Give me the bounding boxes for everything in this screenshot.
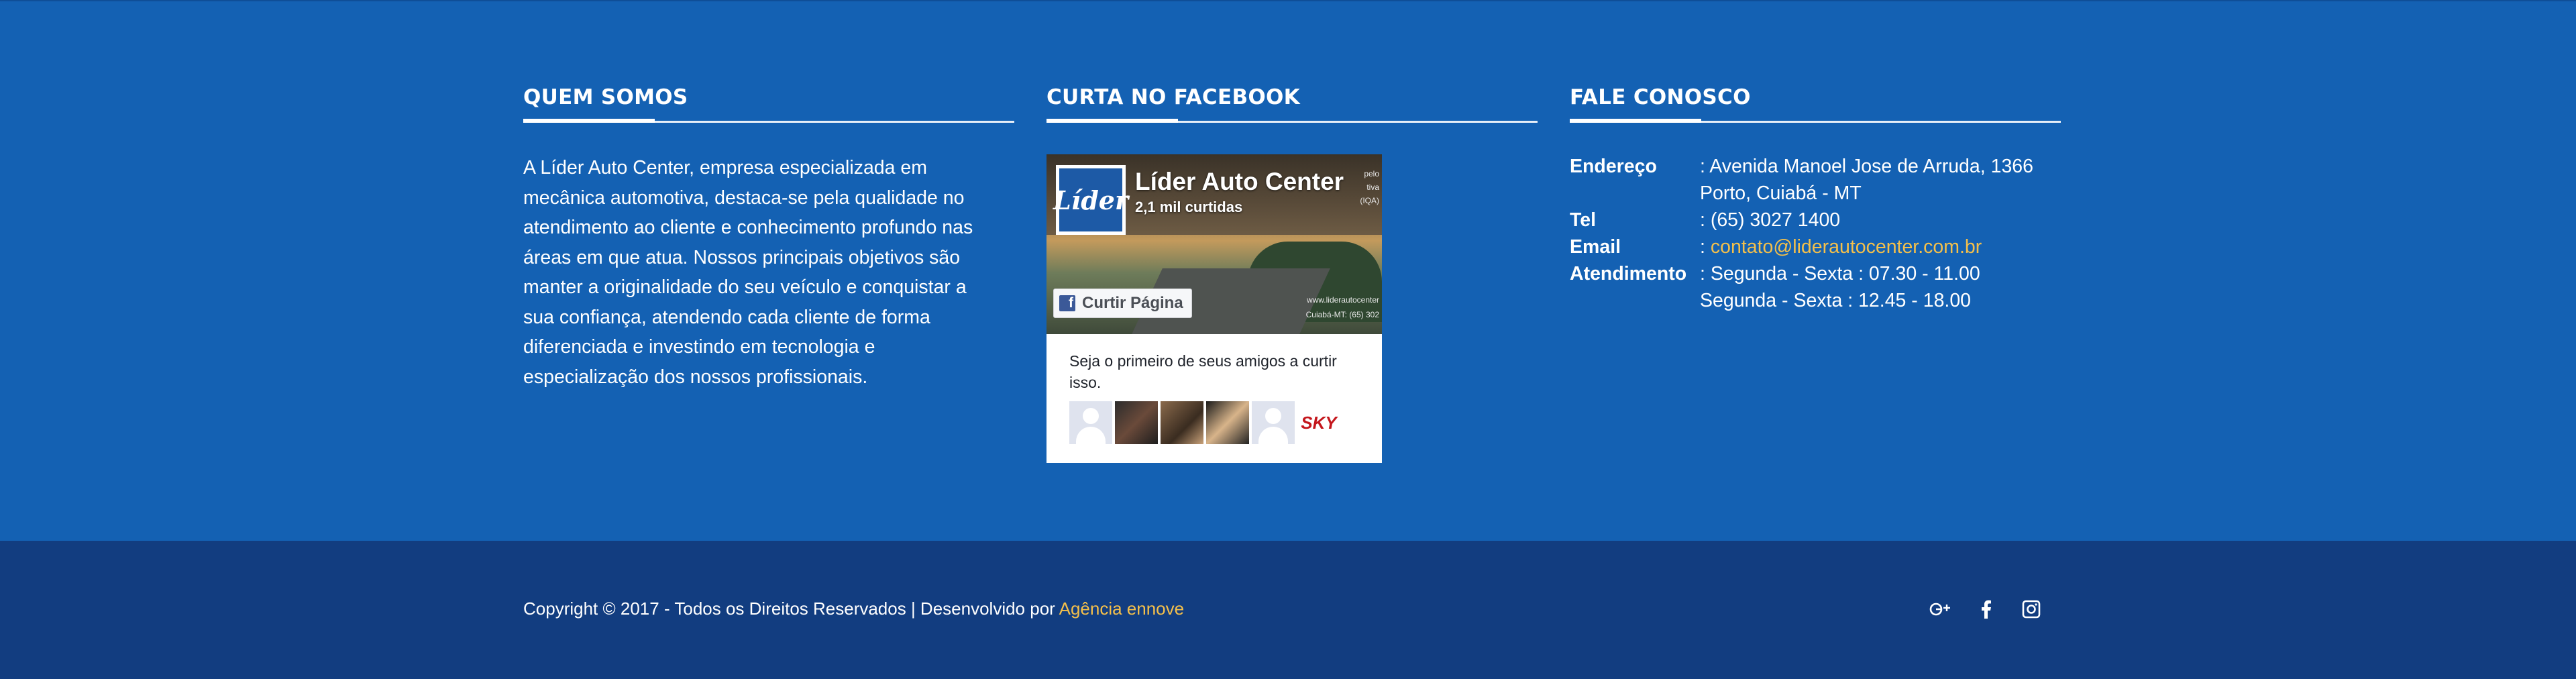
contact-heading: FALE CONOSCO — [1570, 85, 1751, 109]
tel-label: Tel — [1570, 209, 1597, 231]
facebook-icon[interactable] — [1973, 596, 2000, 623]
google-plus-icon[interactable] — [1927, 596, 1953, 623]
about-line: sua confiança, atendendo cada cliente de… — [523, 306, 930, 328]
cover-text: (IQA) — [1360, 196, 1379, 205]
facebook-page-name[interactable]: Líder Auto Center — [1135, 168, 1344, 196]
facebook-likes-count: 2,1 mil curtidas — [1135, 199, 1243, 215]
about-line: mecânica automotiva, destaca-se pela qua… — [523, 187, 965, 209]
about-heading-rule — [523, 119, 1014, 123]
contact-list: Endereço : Avenida Manoel Jose de Arruda… — [1570, 153, 2061, 314]
hours-label: Atendimento — [1570, 263, 1687, 284]
about-line: diferenciada e investindo em tecnologia … — [523, 336, 875, 358]
about-line: atendimento ao cliente e conhecimento pr… — [523, 217, 973, 238]
email-row: Email : contato@liderautocenter.com.br — [1570, 233, 2061, 260]
facebook-heading: CURTA NO FACEBOOK — [1046, 85, 1301, 109]
facebook-friends-box: Seja o primeiro de seus amigos a curtir … — [1046, 334, 1382, 463]
sky-logo[interactable]: SKY — [1297, 401, 1340, 444]
friend-avatar[interactable] — [1206, 401, 1249, 444]
about-line: áreas em que atua. Nossos principais obj… — [523, 246, 961, 268]
tel-value: : (65) 3027 1400 — [1700, 209, 1841, 231]
address-label: Endereço — [1570, 156, 1657, 177]
facebook-heading-rule — [1046, 119, 1538, 123]
about-heading: QUEM SOMOS — [523, 85, 688, 109]
hours-row: Atendimento : Segunda - Sexta : 07.30 - … — [1570, 260, 2061, 287]
about-column: QUEM SOMOS A Líder Auto Center, empresa … — [523, 81, 1014, 392]
address-row: Endereço : Avenida Manoel Jose de Arruda… — [1570, 153, 2061, 180]
friend-faces: SKY — [1069, 401, 1340, 444]
cover-site-text: www.liderautocenter — [1306, 295, 1379, 305]
hours-row-2: Segunda - Sexta : 12.45 - 18.00 — [1570, 287, 2061, 314]
copyright-text: Copyright © 2017 - Todos os Direitos Res… — [523, 598, 1059, 619]
about-text: A Líder Auto Center, empresa especializa… — [523, 153, 1020, 392]
facebook-icon: f — [1059, 295, 1075, 311]
friend-avatar[interactable] — [1252, 401, 1295, 444]
agency-link[interactable]: Agência ennove — [1059, 598, 1184, 619]
facebook-page-widget: pelo tiva (IQA) www.liderautocenter Cuia… — [1046, 154, 1382, 463]
tel-row: Tel : (65) 3027 1400 — [1570, 207, 2061, 233]
facebook-column: CURTA NO FACEBOOK pelo tiva (IQA) www.li… — [1046, 81, 1538, 470]
page-logo-text: Líder — [1053, 168, 1128, 231]
address-row-2: Porto, Cuiabá - MT — [1570, 180, 2061, 207]
friend-avatar[interactable] — [1069, 401, 1112, 444]
friend-avatar[interactable] — [1115, 401, 1158, 444]
friend-avatar[interactable] — [1161, 401, 1203, 444]
footer-top: QUEM SOMOS A Líder Auto Center, empresa … — [0, 0, 2576, 541]
cover-text: pelo — [1364, 169, 1379, 178]
cover-text: tiva — [1366, 182, 1379, 192]
hours-value-2: Segunda - Sexta : 12.45 - 18.00 — [1700, 290, 1972, 311]
like-page-button[interactable]: f Curtir Página — [1053, 289, 1192, 318]
about-line: A Líder Auto Center, empresa especializa… — [523, 157, 928, 178]
copyright: Copyright © 2017 - Todos os Direitos Res… — [523, 598, 1184, 619]
cover-city-text: Cuiabá-MT: (65) 302 — [1305, 310, 1379, 319]
email-link[interactable]: contato@liderautocenter.com.br — [1711, 236, 1982, 258]
contact-heading-rule — [1570, 119, 2061, 123]
instagram-icon[interactable] — [2018, 596, 2045, 623]
page-logo[interactable]: Líder — [1053, 165, 1128, 235]
footer-bottom: Copyright © 2017 - Todos os Direitos Res… — [0, 541, 2576, 679]
about-line: manter a originalidade do seu veículo e … — [523, 276, 967, 298]
about-line: especialização dos nossos profissionais. — [523, 366, 868, 388]
like-page-label: Curtir Página — [1082, 294, 1183, 312]
facebook-cover-photo[interactable]: pelo tiva (IQA) www.liderautocenter Cuia… — [1046, 154, 1382, 334]
email-label: Email — [1570, 236, 1621, 258]
address-value: : Avenida Manoel Jose de Arruda, 1366 — [1700, 156, 2033, 177]
email-prefix: : — [1700, 236, 1711, 258]
friends-text: Seja o primeiro de seus amigos a curtir … — [1069, 352, 1337, 391]
hours-value: : Segunda - Sexta : 07.30 - 11.00 — [1700, 263, 1980, 284]
contact-column: FALE CONOSCO Endereço : Avenida Manoel J… — [1570, 81, 2061, 314]
address-value-2: Porto, Cuiabá - MT — [1700, 182, 1862, 204]
